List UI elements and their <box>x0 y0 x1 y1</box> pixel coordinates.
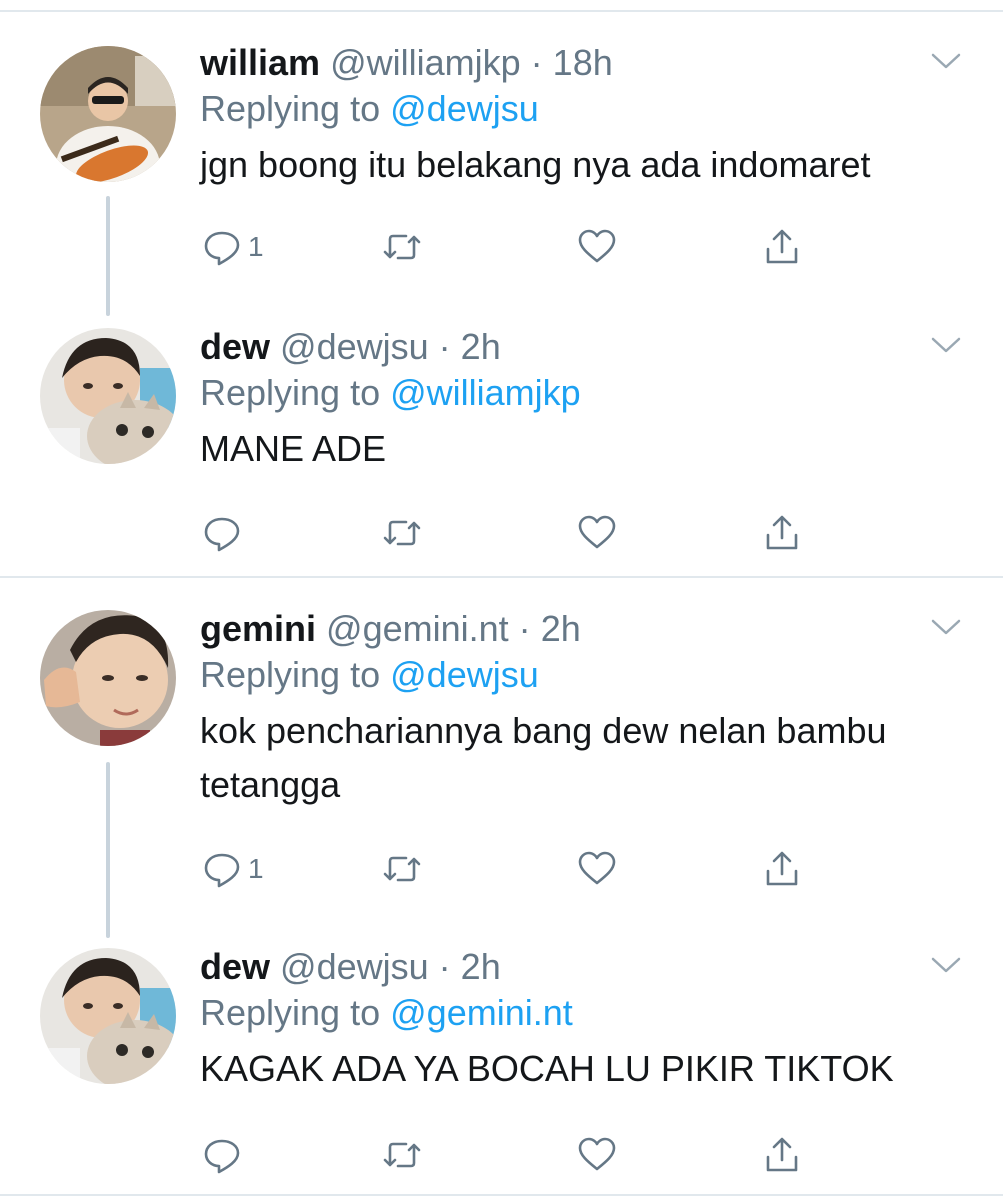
reply-icon <box>204 1139 240 1174</box>
share-icon <box>766 229 798 264</box>
retweet-icon <box>383 1142 421 1168</box>
tweet-header: dew @dewjsu · 2h <box>200 944 973 990</box>
replying-to: Replying to @williamjkp <box>200 370 973 422</box>
chevron-down-icon[interactable] <box>929 330 963 358</box>
retweet-button[interactable] <box>380 508 424 558</box>
thread-connector-line <box>106 762 110 938</box>
like-button[interactable] <box>575 844 619 894</box>
avatar[interactable] <box>40 46 176 182</box>
timestamp[interactable]: 2h <box>541 608 581 649</box>
retweet-button[interactable] <box>380 1130 424 1180</box>
heart-icon <box>578 1137 616 1171</box>
avatar[interactable] <box>40 948 176 1084</box>
like-button[interactable] <box>575 222 619 272</box>
share-button[interactable] <box>760 1130 804 1180</box>
tweet-text: kok penchariannya bang dew nelan bambu t… <box>200 710 887 805</box>
tweet-actions <box>200 508 820 558</box>
retweet-icon <box>383 856 421 882</box>
separator-dot: · <box>530 42 543 83</box>
tweet-header: dew @dewjsu · 2h <box>200 324 973 370</box>
reply-to-mention[interactable]: @gemini.nt <box>390 992 573 1033</box>
reply-to-mention[interactable]: @dewjsu <box>390 88 539 129</box>
reply-button[interactable]: 1 <box>200 222 264 272</box>
reply-icon <box>204 517 240 552</box>
reply-count: 1 <box>248 231 264 262</box>
thread-divider <box>0 576 1003 578</box>
replying-to-label: Replying to <box>200 992 381 1033</box>
chevron-down-icon[interactable] <box>929 612 963 640</box>
user-handle[interactable]: @dewjsu <box>280 326 429 367</box>
user-handle[interactable]: @dewjsu <box>280 946 429 987</box>
display-name[interactable]: william <box>200 42 320 83</box>
tweet-header: gemini @gemini.nt · 2h <box>200 606 973 652</box>
avatar[interactable] <box>40 610 176 746</box>
reply-button[interactable] <box>200 508 248 558</box>
like-button[interactable] <box>575 1130 619 1180</box>
retweet-button[interactable] <box>380 844 424 894</box>
reply-to-mention[interactable]: @williamjkp <box>390 372 581 413</box>
share-icon <box>766 515 798 550</box>
replying-to-label: Replying to <box>200 654 381 695</box>
thread-connector-line <box>106 196 110 316</box>
reply-button[interactable]: 1 <box>200 844 264 894</box>
replying-to: Replying to @gemini.nt <box>200 990 973 1042</box>
top-divider <box>0 10 1003 12</box>
chevron-down-icon[interactable] <box>929 46 963 74</box>
avatar[interactable] <box>40 328 176 464</box>
share-button[interactable] <box>760 844 804 894</box>
retweet-button[interactable] <box>380 222 424 272</box>
tweet-actions: 1 <box>200 844 820 894</box>
replying-to: Replying to @dewjsu <box>200 86 973 138</box>
tweet-text: jgn boong itu belakang nya ada indomaret <box>200 144 871 185</box>
reply-to-mention[interactable]: @dewjsu <box>390 654 539 695</box>
timestamp[interactable]: 2h <box>461 946 501 987</box>
tweet-actions: 1 <box>200 222 820 272</box>
heart-icon <box>578 851 616 885</box>
reply-count: 1 <box>248 853 264 884</box>
retweet-icon <box>383 520 421 546</box>
retweet-icon <box>383 234 421 260</box>
replying-to-label: Replying to <box>200 372 381 413</box>
separator-dot: · <box>438 326 451 367</box>
share-icon <box>766 1137 798 1172</box>
reply-button[interactable] <box>200 1130 248 1180</box>
share-button[interactable] <box>760 508 804 558</box>
separator-dot: · <box>518 608 531 649</box>
tweet-actions <box>200 1130 820 1180</box>
timestamp[interactable]: 2h <box>461 326 501 367</box>
tweet-text: MANE ADE <box>200 428 387 469</box>
display-name[interactable]: dew <box>200 326 270 367</box>
replying-to-label: Replying to <box>200 88 381 129</box>
like-button[interactable] <box>575 508 619 558</box>
share-button[interactable] <box>760 222 804 272</box>
separator-dot: · <box>438 946 451 987</box>
display-name[interactable]: dew <box>200 946 270 987</box>
timestamp[interactable]: 18h <box>553 42 613 83</box>
heart-icon <box>578 515 616 549</box>
display-name[interactable]: gemini <box>200 608 316 649</box>
tweet-header: william @williamjkp · 18h <box>200 40 973 86</box>
chevron-down-icon[interactable] <box>929 950 963 978</box>
tweet-text: KAGAK ADA YA BOCAH LU PIKIR TIKTOK <box>200 1048 894 1089</box>
heart-icon <box>578 229 616 263</box>
replying-to: Replying to @dewjsu <box>200 652 973 704</box>
bottom-divider <box>0 1194 1003 1196</box>
user-handle[interactable]: @gemini.nt <box>326 608 509 649</box>
user-handle[interactable]: @williamjkp <box>330 42 521 83</box>
share-icon <box>766 851 798 886</box>
reply-icon <box>204 853 240 888</box>
reply-icon <box>204 231 240 266</box>
